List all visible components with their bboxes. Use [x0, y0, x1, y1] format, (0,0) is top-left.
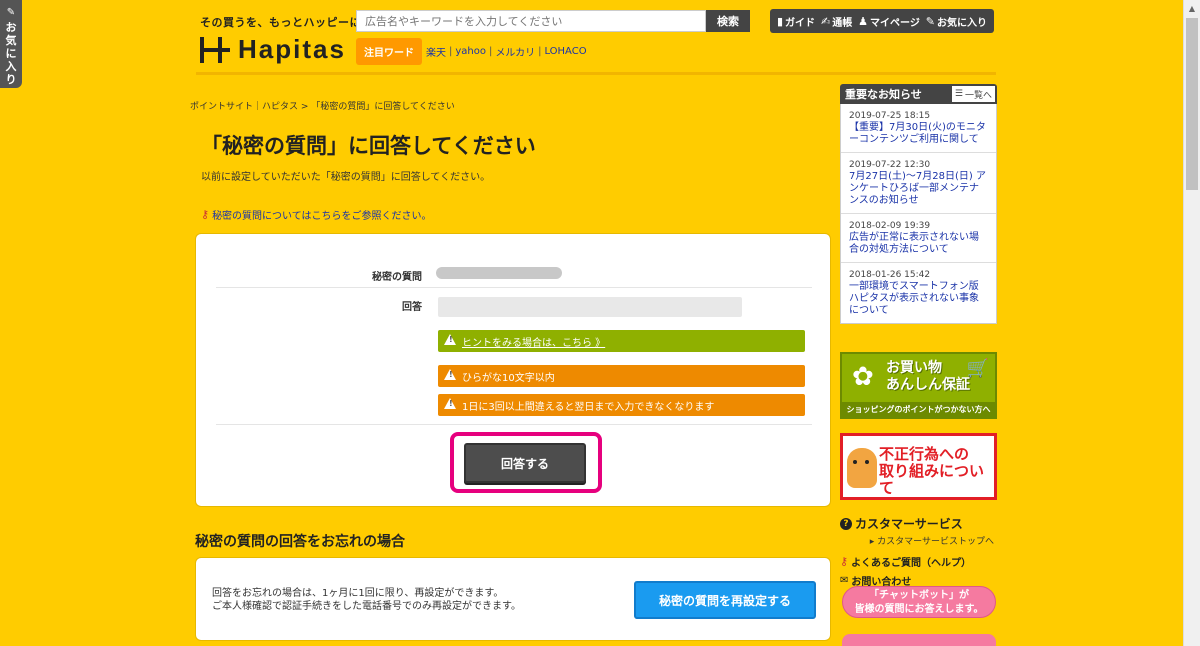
clover-icon: ✿	[852, 362, 874, 392]
nav-favorites[interactable]: ✎ お気に入り	[926, 14, 987, 29]
page-lead: 以前に設定していただいた「秘密の質問」に回答してください。	[201, 172, 491, 183]
nav-mypage[interactable]: ♟ マイページ	[858, 14, 920, 29]
chatbot-button[interactable]: 「チャットボット」が 皆様の質問にお答えします。	[842, 586, 996, 618]
header-divider	[196, 72, 996, 75]
news-item[interactable]: 2019-07-22 12:30 7月27日(土)〜7月28日(日) アンケート…	[841, 153, 996, 214]
breadcrumb-current: 「秘密の質問」に回答してください	[311, 102, 455, 112]
news-date: 2019-07-25 18:15	[849, 111, 931, 121]
hot-word-link[interactable]: メルカリ	[495, 44, 535, 59]
hot-words-badge: 注目ワード	[356, 38, 422, 65]
attempt-limit-notice: ! 1日に3回以上間違えると翌日まで入力できなくなります	[438, 394, 805, 416]
secret-question-form: 秘密の質問 回答 ! ヒントをみる場合は、こちら 》 ! ひらがな10文字以内 …	[195, 233, 831, 507]
forgot-section-title: 秘密の質問の回答をお忘れの場合	[195, 534, 405, 550]
hint-notice[interactable]: ! ヒントをみる場合は、こちら 》	[438, 330, 805, 352]
user-icon: ♟	[858, 14, 869, 28]
length-notice: ! ひらがな10文字以内	[438, 365, 805, 387]
news-link[interactable]: 【重要】7月30日(火)のモニターコンテンツご利用に関して	[849, 122, 986, 145]
key-icon: ⚷	[201, 208, 210, 221]
key-icon: ⚷	[840, 555, 849, 568]
banner-subtext: ショッピングのポイントがつかない方へ	[842, 402, 995, 417]
reset-question-button[interactable]: 秘密の質問を再設定する	[634, 581, 816, 619]
forgot-answer-card: 回答をお忘れの場合は、1ヶ月に1回に限り、再設定ができます。 ご本人様確認で認証…	[195, 557, 831, 641]
news-item[interactable]: 2018-02-09 19:39 広告が正常に表示されない場合の対処方法について	[841, 214, 996, 263]
site-logo[interactable]: Hapitas	[200, 34, 346, 65]
search-button[interactable]: 検索	[706, 10, 750, 32]
favorite-side-tab[interactable]: ✎ お 気 に 入 り	[0, 0, 22, 88]
passbook-icon: ✍	[820, 14, 831, 28]
forgot-text-2: ご本人様確認で認証手続きをした電話番号でのみ再設定ができます。	[212, 601, 521, 612]
submit-answer-button[interactable]: 回答する	[464, 443, 586, 483]
fraud-prevention-banner[interactable]: 不正行為への 取り組みについて	[840, 433, 997, 500]
faq-link[interactable]: ⚷ よくあるご質問（ヘルプ）	[840, 554, 1000, 569]
top-nav: ▮ ガイド ✍ 通帳 ♟ マイページ ✎ お気に入り	[770, 9, 994, 33]
hint-link[interactable]: ヒントをみる場合は、こちら 》	[462, 334, 605, 349]
nav-passbook[interactable]: ✍ 通帳	[821, 14, 852, 29]
nav-guide[interactable]: ▮ ガイド	[777, 14, 815, 29]
logo-text: Hapitas	[238, 34, 346, 64]
customer-service: ? カスタマーサービス ▸ カスタマーサービストップへ ⚷ よくあるご質問（ヘルプ）…	[840, 515, 1000, 588]
banner-text: 不正行為への 取り組みについて	[879, 445, 985, 497]
news-list: 2019-07-25 18:15 【重要】7月30日(火)のモニターコンテンツご…	[840, 104, 997, 324]
help-link-text[interactable]: 秘密の質問についてはこちらをご参照ください。	[212, 207, 432, 222]
hot-words: 注目ワード 楽天 | yahoo | メルカリ | LOHACO	[356, 38, 587, 65]
scrollbar-thumb[interactable]	[1186, 18, 1198, 190]
shopping-guarantee-banner[interactable]: ✿ 🛒 お買い物 あんしん保証 ショッピングのポイントがつかない方へ	[840, 352, 997, 419]
breadcrumb-home[interactable]: ポイントサイト｜ハピタス	[190, 102, 298, 112]
favorite-icon: ✎	[925, 14, 936, 28]
list-icon: ☰	[954, 89, 963, 99]
hot-word-link[interactable]: 楽天	[426, 44, 446, 59]
news-date: 2018-02-09 19:39	[849, 221, 931, 231]
news-link[interactable]: 7月27日(土)〜7月28日(日) アンケートひろば一部メンテナンスのお知らせ	[849, 171, 986, 206]
partial-banner[interactable]	[842, 634, 996, 646]
hapitas-logo-icon	[200, 36, 230, 63]
news-item[interactable]: 2019-07-25 18:15 【重要】7月30日(火)のモニターコンテンツご…	[841, 104, 996, 153]
warning-icon: !	[444, 398, 456, 409]
site-header: その買うを、もっとハッピーに。 Hapitas 検索 注目ワード 楽天 | ya…	[196, 8, 996, 74]
cs-title: ? カスタマーサービス	[840, 515, 1000, 532]
answer-label: 回答	[402, 302, 422, 313]
news-title: 重要なお知らせ	[845, 88, 922, 101]
news-date: 2019-07-22 12:30	[849, 160, 931, 170]
divider	[216, 424, 812, 425]
search-input[interactable]	[356, 10, 706, 32]
guide-icon: ▮	[776, 14, 784, 28]
vertical-scrollbar[interactable]: ▲	[1183, 0, 1200, 646]
news-link[interactable]: 広告が正常に表示されない場合の対処方法について	[849, 232, 979, 255]
tagline: その買うを、もっとハッピーに。	[200, 16, 373, 29]
search-bar: 検索	[356, 10, 750, 32]
dog-mascot-icon	[847, 448, 877, 488]
scroll-up-icon[interactable]: ▲	[1184, 0, 1200, 17]
news-link[interactable]: 一部環境でスマートフォン版ハピタスが表示されない事象について	[849, 281, 979, 316]
hot-word-link[interactable]: yahoo	[455, 46, 486, 57]
mail-icon: ✉	[840, 575, 849, 586]
hot-word-link[interactable]: LOHACO	[544, 46, 586, 57]
news-header: 重要なお知らせ ☰ 一覧へ	[840, 84, 997, 104]
breadcrumb: ポイントサイト｜ハピタス > 「秘密の質問」に回答してください	[190, 102, 455, 112]
page-title: 「秘密の質問」に回答してください	[201, 134, 536, 158]
answer-input[interactable]	[438, 297, 742, 317]
cs-top-link[interactable]: ▸ カスタマーサービストップへ	[840, 534, 1000, 547]
sidebar-news: 重要なお知らせ ☰ 一覧へ 2019-07-25 18:15 【重要】7月30日(…	[840, 84, 997, 324]
news-more-link[interactable]: ☰ 一覧へ	[951, 86, 995, 102]
news-item[interactable]: 2018-01-26 15:42 一部環境でスマートフォン版ハピタスが表示されな…	[841, 263, 996, 323]
question-circle-icon: ?	[840, 517, 852, 530]
help-link[interactable]: ⚷ 秘密の質問についてはこちらをご参照ください。	[201, 207, 432, 222]
pin-icon: ✎	[6, 7, 16, 18]
submit-highlight: 回答する	[450, 432, 602, 493]
question-label: 秘密の質問	[372, 272, 422, 283]
divider	[216, 287, 812, 288]
warning-icon: !	[444, 334, 456, 345]
warning-icon: !	[444, 369, 456, 380]
question-text-masked	[436, 267, 562, 279]
banner-text: お買い物 あんしん保証	[886, 360, 970, 393]
news-date: 2018-01-26 15:42	[849, 270, 931, 280]
